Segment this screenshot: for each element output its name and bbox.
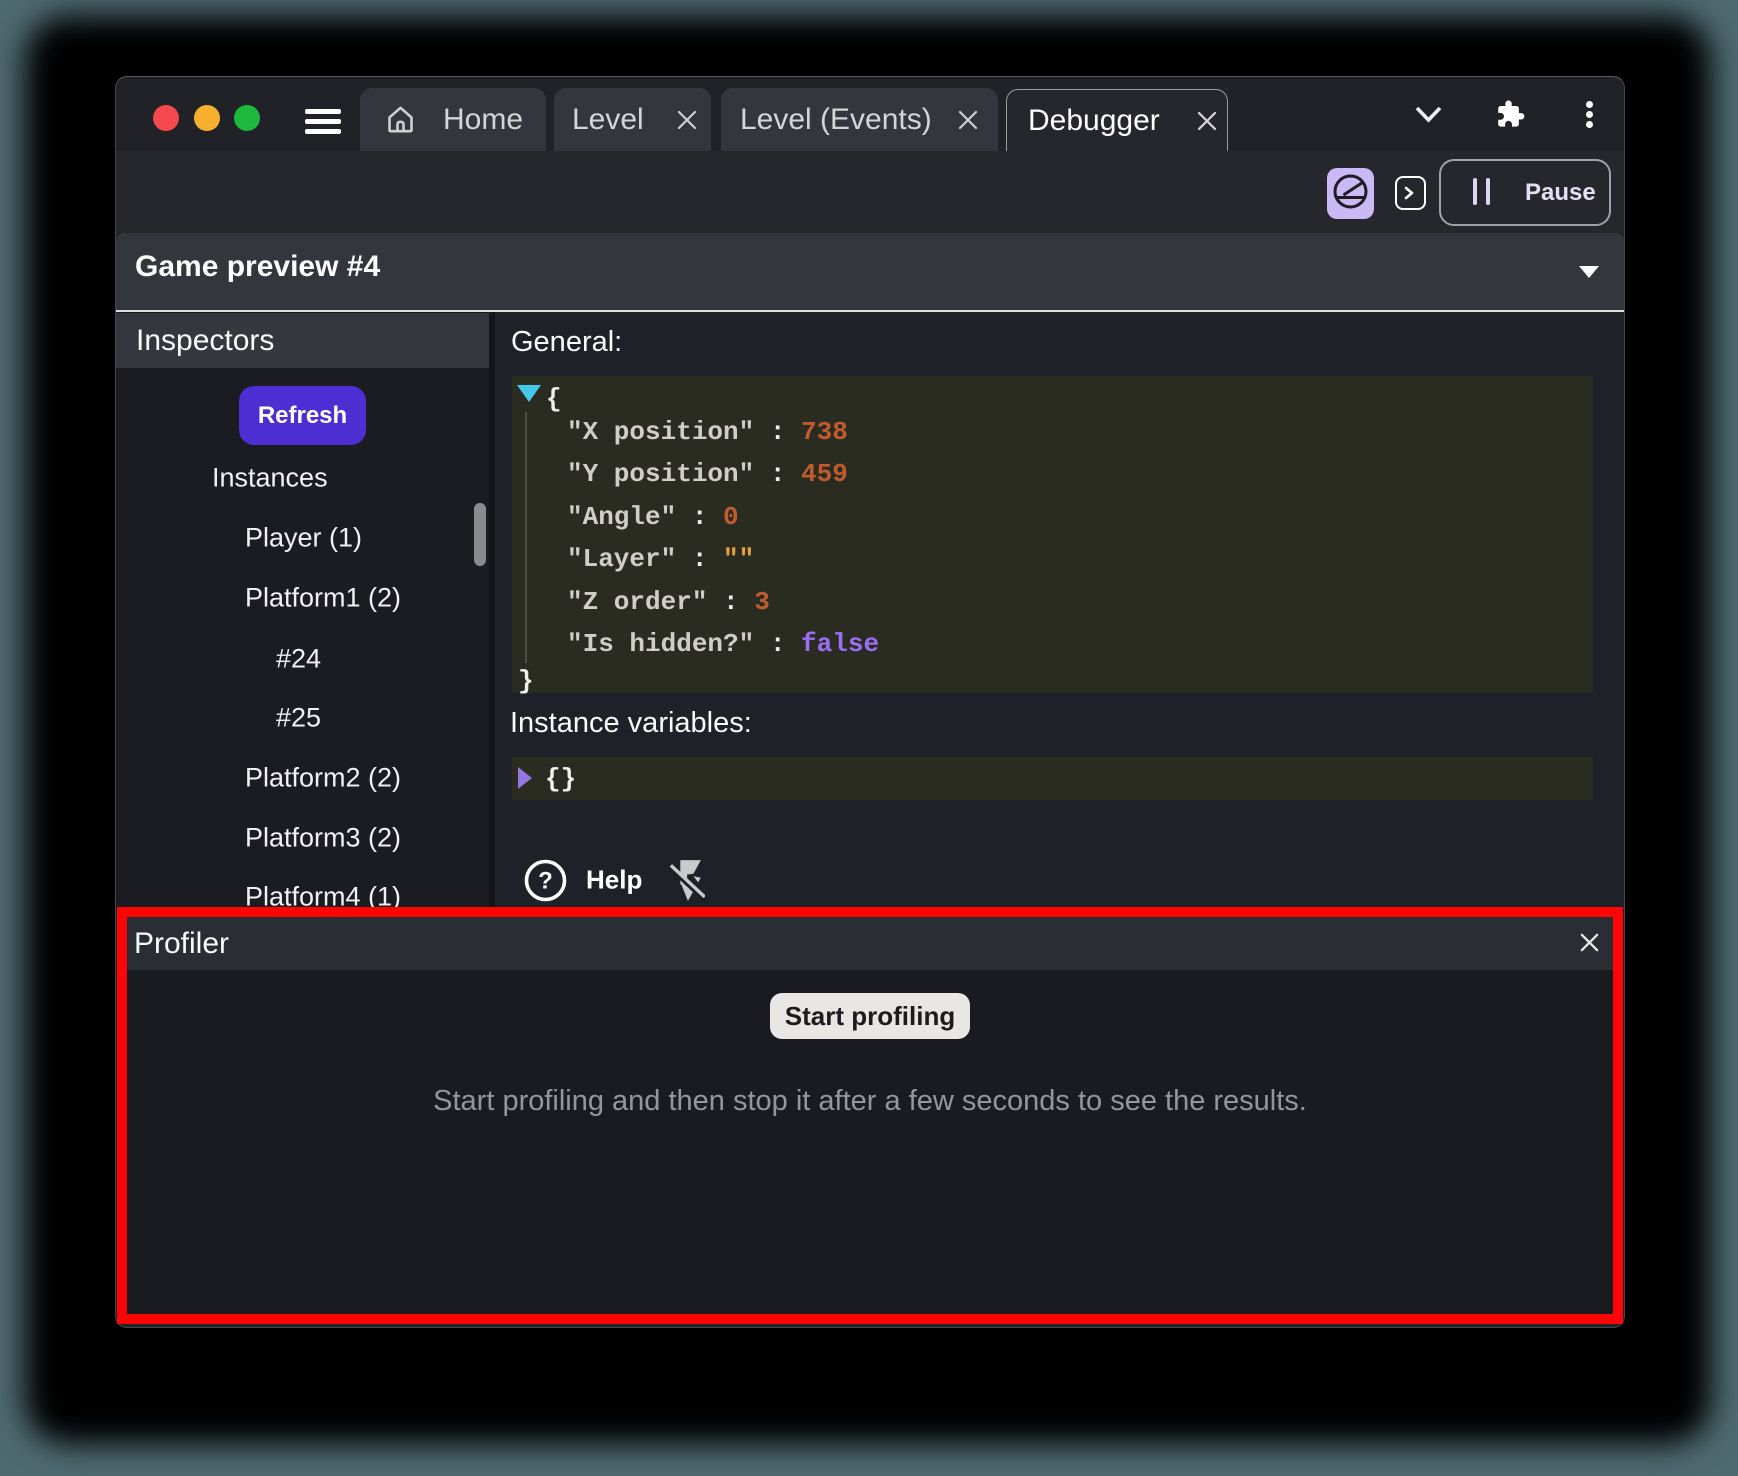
svg-text:?: ?	[538, 868, 553, 895]
